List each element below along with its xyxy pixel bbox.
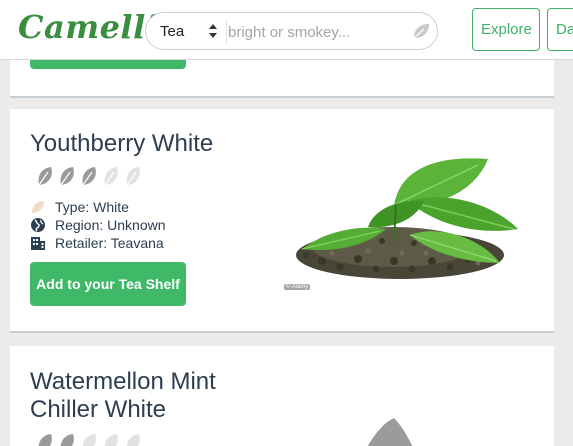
rating-leaf-empty-icon — [104, 434, 118, 446]
rating-leaf-icon — [60, 167, 74, 186]
tea-card-next: Watermellon Mint Chiller White — [10, 346, 554, 446]
rating-leaf-icon — [82, 167, 96, 186]
nav-button-partial[interactable]: Da — [547, 8, 573, 51]
rating-leaf-icon — [38, 167, 52, 186]
tea-placeholder-image — [367, 418, 413, 446]
tea-leaf-icon — [32, 201, 44, 213]
add-to-shelf-button-partial[interactable] — [30, 60, 186, 69]
leaf-icon[interactable] — [411, 21, 431, 41]
search-input[interactable] — [228, 19, 406, 45]
globe-icon — [31, 218, 45, 232]
search-bar: Tea — [145, 12, 438, 50]
tea-region: Region: Unknown — [30, 216, 166, 234]
rating-leaf-icon — [38, 434, 52, 446]
tea-rating — [36, 165, 144, 191]
tea-rating — [36, 432, 144, 446]
building-icon — [31, 237, 45, 250]
tea-photo[interactable] — [282, 143, 526, 295]
add-to-shelf-button[interactable]: Add to your Tea Shelf — [30, 262, 186, 306]
tea-card-previous — [10, 60, 554, 98]
tea-type: Type: White — [30, 198, 129, 216]
tea-type-label: Type: White — [55, 199, 129, 215]
rating-leaf-icon — [60, 434, 74, 446]
search-category-select[interactable]: Tea — [160, 23, 184, 40]
tea-retailer: Retailer: Teavana — [30, 234, 164, 252]
photo-credit: © Alamy — [284, 284, 311, 290]
rating-leaf-empty-icon — [126, 167, 140, 186]
search-divider — [226, 19, 227, 45]
select-arrows-icon[interactable] — [208, 21, 218, 41]
tea-region-label: Region: Unknown — [55, 217, 166, 233]
app-header: Camellia Tea Explore Da — [0, 0, 573, 60]
tea-name[interactable]: Watermellon Mint Chiller White — [30, 368, 260, 424]
rating-leaf-empty-icon — [82, 434, 96, 446]
tea-retailer-label: Retailer: Teavana — [55, 235, 164, 251]
rating-leaf-empty-icon — [126, 434, 140, 446]
explore-button[interactable]: Explore — [472, 8, 540, 51]
rating-leaf-empty-icon — [104, 167, 118, 186]
tea-card: Youthberry White Type: White Region: Unk… — [10, 109, 554, 333]
